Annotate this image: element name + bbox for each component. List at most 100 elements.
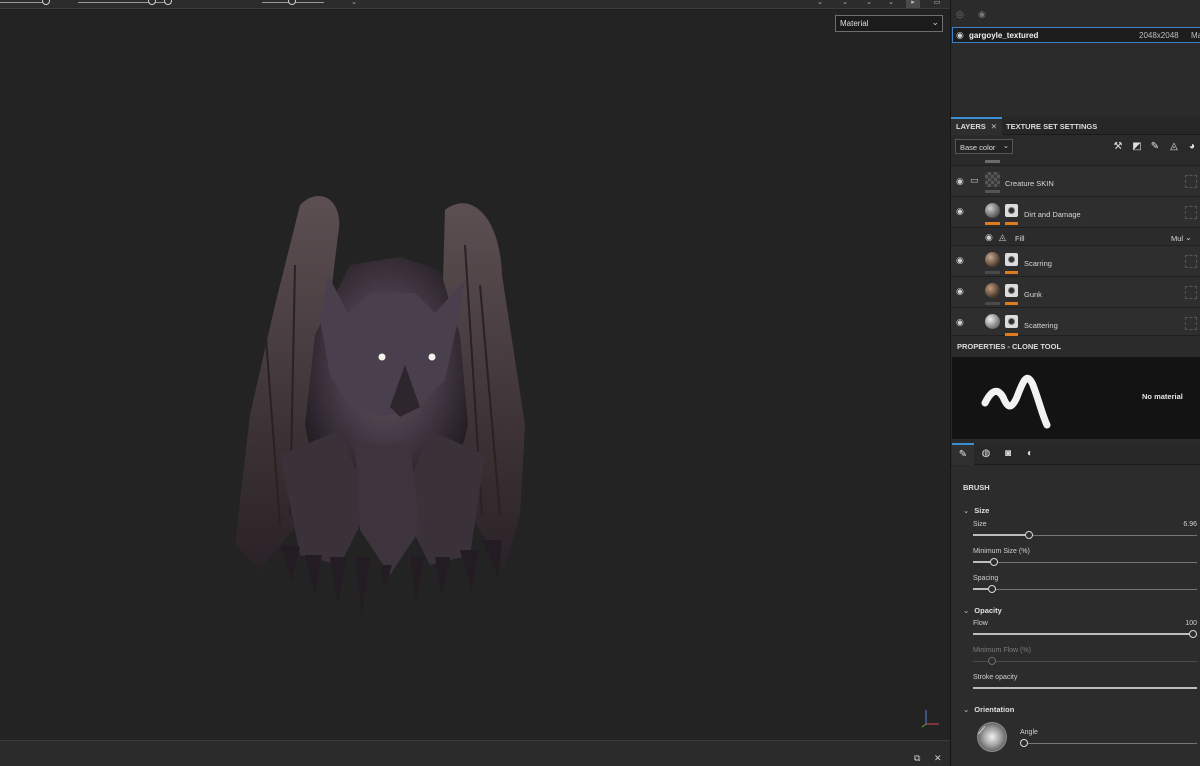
toolbar-slider-3[interactable] (262, 0, 324, 5)
effect-blend-mode[interactable]: Mul (1171, 234, 1183, 243)
layer-color-tag (985, 302, 1000, 305)
layer-blend-slot[interactable] (1185, 255, 1197, 268)
close-icon[interactable]: ✕ (934, 753, 942, 764)
eye-icon[interactable]: ◉ (978, 9, 986, 20)
eye-icon[interactable]: ◉ (956, 176, 964, 187)
layout-icon[interactable]: ▭ (930, 0, 944, 8)
eye-icon[interactable]: ◉ (956, 255, 964, 266)
tab-brush-icon[interactable]: ✎ (952, 443, 974, 465)
toolbar-slider-1[interactable] (0, 0, 50, 5)
tab-stencil-icon[interactable]: ◙ (997, 443, 1019, 465)
toolbar-slider-2[interactable] (78, 0, 172, 5)
add-effect-icon[interactable]: ⚒ (1112, 141, 1124, 153)
size-group-label: Size (974, 506, 990, 515)
layer-color-tag (985, 190, 1000, 193)
opacity-group-toggle[interactable]: ⌄ Opacity (963, 606, 1002, 615)
layer-name: Scattering (1024, 321, 1058, 330)
display-settings-icon[interactable]: ⌄ (862, 0, 876, 8)
add-folder-icon[interactable]: ◕ (1186, 141, 1198, 153)
layer-row[interactable]: ◉ Gunk (951, 278, 1200, 308)
material-ball-icon (985, 203, 1000, 218)
eye-icon[interactable]: ◉ (956, 286, 964, 297)
angle-label: Angle (1020, 729, 1038, 736)
mask-icon[interactable] (1005, 253, 1018, 266)
tab-alpha-icon[interactable]: ◍ (975, 443, 997, 465)
layer-row[interactable]: ◉ Scattering (951, 309, 1200, 336)
effect-row[interactable]: ◉ ◬ Fill Mul ⌄ (951, 229, 1200, 246)
texture-set-name: gargoyle_textured (969, 31, 1039, 40)
right-panel: ◎ ◉ ◉ gargoyle_textured 2048x2048 Ma LAY… (950, 0, 1200, 766)
size-value[interactable]: 6.96 (1183, 521, 1197, 528)
render-mode-icon[interactable]: ▸ (906, 0, 920, 8)
angle-slider[interactable] (1020, 739, 1197, 748)
layer-row[interactable]: ◉ Scarring (951, 247, 1200, 277)
chevron-down-icon[interactable]: ⌄ (1185, 233, 1192, 242)
layers-toolbar: Base color ⌄ ⚒ ◩ ✎ ◬ ◕ (951, 136, 1200, 158)
channel-value: Base color (960, 143, 996, 152)
minimum-size-slider[interactable] (973, 558, 1197, 567)
mask-icon[interactable] (1005, 315, 1018, 328)
flow-value[interactable]: 100 (1185, 620, 1197, 627)
material-ball-icon (985, 314, 1000, 329)
size-group-toggle[interactable]: ⌄ Size (963, 506, 989, 515)
mask-color-tag (1005, 333, 1018, 336)
angle-dial[interactable] (977, 722, 1007, 752)
layer-blend-slot[interactable] (1185, 317, 1197, 330)
minimum-flow-slider (973, 657, 1197, 666)
layer-row-partial (951, 158, 1200, 166)
mask-color-tag (1005, 302, 1018, 305)
folder-icon: ▭ (970, 175, 979, 185)
layer-color-tag (985, 222, 1000, 225)
add-fill-layer-icon[interactable]: ◬ (1168, 141, 1180, 153)
tab-texture-set-settings-label: TEXTURE SET SETTINGS (1006, 122, 1098, 131)
layer-name: Dirt and Damage (1024, 210, 1081, 219)
add-paint-layer-icon[interactable]: ✎ (1149, 141, 1161, 153)
brush-stroke-preview (981, 374, 1051, 429)
mask-icon[interactable] (1005, 284, 1018, 297)
eye-icon[interactable]: ◉ (956, 30, 964, 41)
chevron-down-icon[interactable]: ⌄ (347, 0, 361, 8)
camera-icon[interactable]: ⌄ (813, 0, 827, 8)
flow-slider[interactable] (973, 630, 1197, 639)
add-mask-icon[interactable]: ◩ (1131, 141, 1143, 153)
chevron-down-icon: ⌄ (963, 506, 970, 515)
eye-icon[interactable]: ◉ (956, 206, 964, 217)
layer-name: Gunk (1024, 290, 1042, 299)
axis-gizmo-icon (921, 710, 939, 728)
visibility-toggle-icon[interactable]: ◎ (956, 9, 964, 20)
properties-header: PROPERTIES - CLONE TOOL (951, 338, 1200, 356)
layer-row[interactable]: ◉ ▭ Creature SKIN (951, 167, 1200, 197)
brush-properties: BRUSH ⌄ Size Size 6.96 Minimum Size (%) S… (951, 466, 1200, 766)
float-window-icon[interactable]: ⧉ (914, 753, 920, 764)
layer-blend-slot[interactable] (1185, 286, 1197, 299)
close-icon[interactable]: ✕ (991, 122, 997, 131)
viewport-mode-value: Material (840, 19, 869, 28)
tab-layers[interactable]: LAYERS ✕ (951, 117, 1003, 135)
stroke-opacity-slider[interactable] (973, 685, 1197, 693)
layer-blend-slot[interactable] (1185, 206, 1197, 219)
eye-icon[interactable]: ◉ (985, 232, 993, 243)
orientation-group-toggle[interactable]: ⌄ Orientation (963, 705, 1014, 714)
tab-material-icon[interactable]: ◐ (1019, 443, 1041, 465)
viewport-bottom-bar: ⧉ ✕ (0, 740, 950, 766)
tab-texture-set-settings[interactable]: TEXTURE SET SETTINGS (1001, 117, 1102, 135)
layer-blend-slot[interactable] (1185, 175, 1197, 188)
toolbar-option-icon[interactable]: ⌄ (884, 0, 898, 8)
3d-viewport[interactable]: Material ⌄ (0, 10, 950, 740)
layers-tabs: LAYERS ✕ TEXTURE SET SETTINGS (951, 117, 1200, 135)
channel-select[interactable]: Base color ⌄ (955, 139, 1013, 154)
texture-set-list: ◎ ◉ ◉ gargoyle_textured 2048x2048 Ma (951, 0, 1200, 115)
viewport-mode-select[interactable]: Material ⌄ (835, 15, 943, 32)
eye-icon[interactable]: ◉ (956, 317, 964, 328)
layer-color-tag (985, 160, 1000, 163)
layer-color-tag (985, 271, 1000, 274)
spacing-slider[interactable] (973, 585, 1197, 594)
size-slider[interactable] (973, 531, 1197, 540)
mask-icon[interactable] (1005, 204, 1018, 217)
layer-row[interactable]: ◉ Dirt and Damage (951, 198, 1200, 228)
texture-set-row[interactable]: ◉ gargoyle_textured 2048x2048 Ma (952, 27, 1200, 43)
spacing-label: Spacing (973, 575, 999, 582)
view-mode-icon[interactable]: ⌄ (838, 0, 852, 8)
chevron-down-icon: ⌄ (1002, 141, 1009, 150)
texture-set-material: Ma (1191, 31, 1200, 40)
